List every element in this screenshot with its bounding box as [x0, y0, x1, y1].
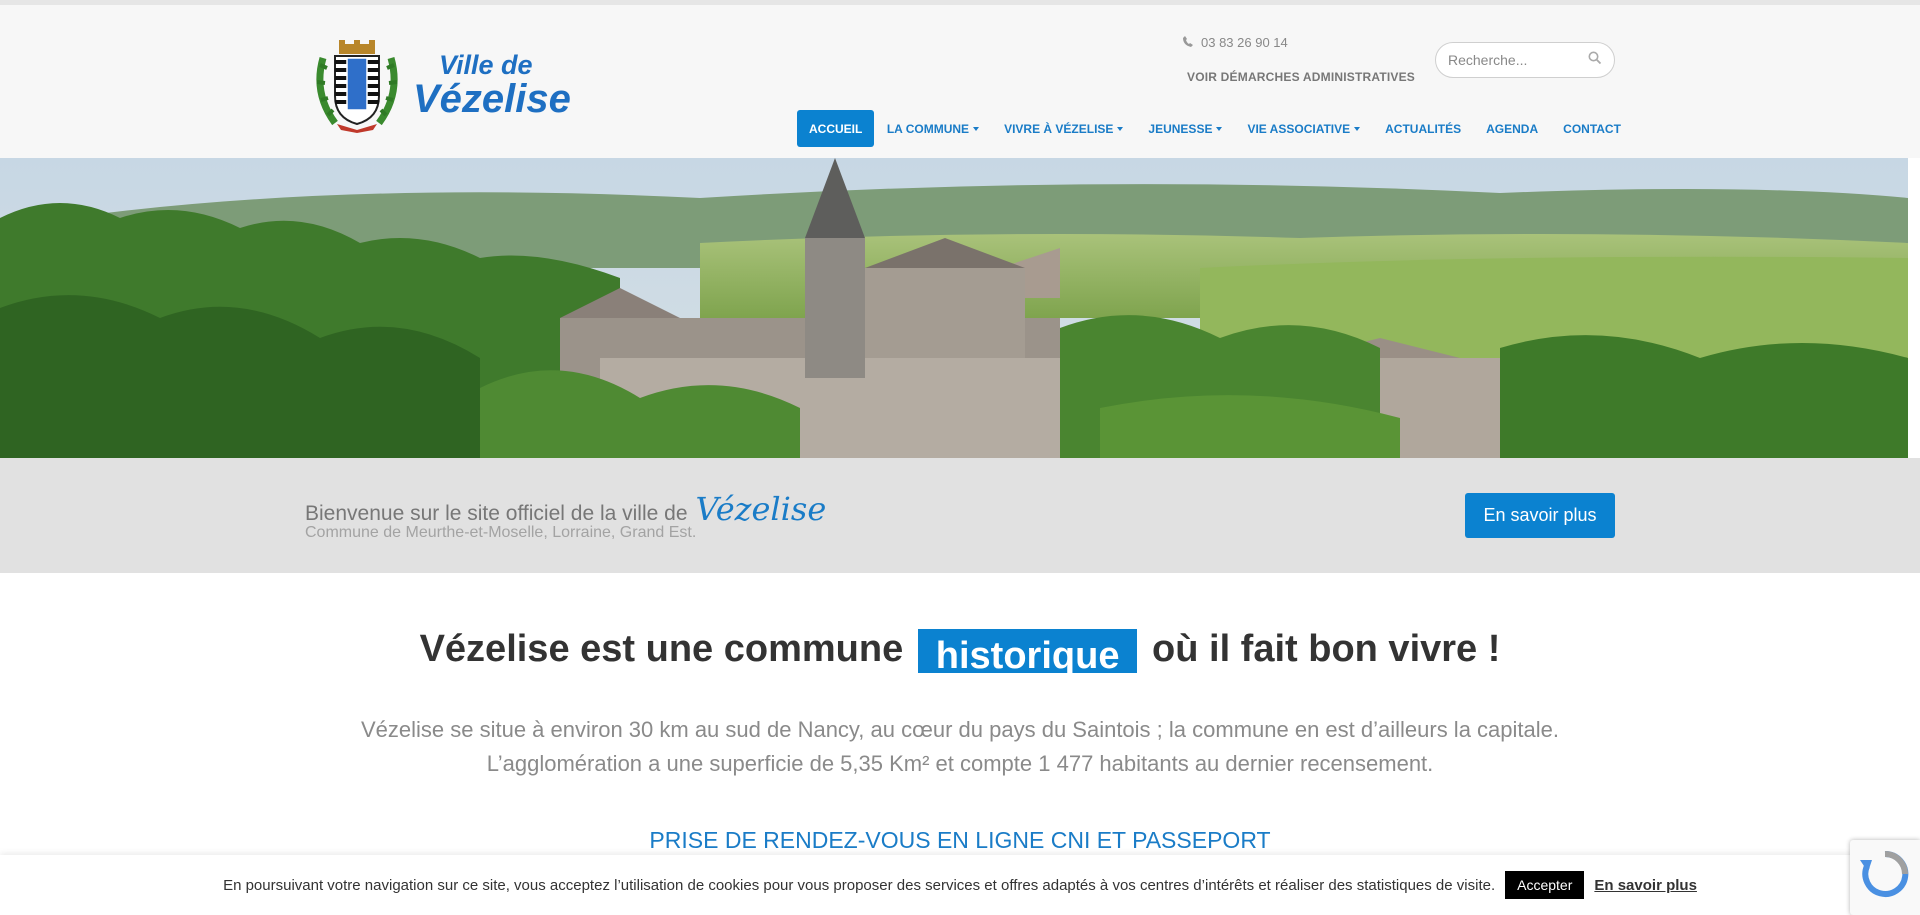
search-icon[interactable]: [1588, 51, 1602, 70]
search-box[interactable]: [1435, 42, 1615, 78]
nav-item-actualites[interactable]: ACTUALITÉS: [1373, 110, 1474, 147]
nav-item-agenda[interactable]: AGENDA: [1474, 110, 1551, 147]
nav-item-accueil[interactable]: ACCUEIL: [797, 110, 875, 147]
description-line-2: L’agglomération a une superficie de 5,35…: [486, 751, 1434, 776]
welcome-title-text: Bienvenue sur le site officiel de la vil…: [305, 502, 688, 525]
site-logo[interactable]: Ville de Vézelise: [313, 38, 571, 133]
nav-item-vivre-a-vezelise[interactable]: VIVRE À VÉZELISE: [992, 110, 1136, 147]
main-headline: Vézelise est une commune historique où i…: [0, 628, 1920, 673]
recaptcha-icon: [1850, 850, 1920, 915]
commune-description: Vézelise se situe à environ 30 km au sud…: [0, 713, 1920, 781]
search-input[interactable]: [1448, 52, 1578, 68]
caret-down-icon: [1354, 126, 1361, 131]
logo-line2: Vézelise: [413, 77, 571, 121]
caret-down-icon: [1216, 126, 1223, 131]
hero-banner-image: [0, 158, 1908, 458]
nav-item-la-commune[interactable]: LA COMMUNE: [874, 110, 991, 147]
nav-item-vie-associative[interactable]: VIE ASSOCIATIVE: [1235, 110, 1373, 147]
description-line-1: Vézelise se situe à environ 30 km au sud…: [360, 717, 1559, 742]
cookie-text: En poursuivant votre navigation sur ce s…: [223, 876, 1496, 894]
welcome-script-name: Vézelise: [695, 490, 827, 528]
cookie-accept-button[interactable]: Accepter: [1505, 871, 1585, 899]
phone-number: 03 83 26 90 14: [1201, 35, 1288, 50]
phone-icon: [1183, 35, 1193, 50]
logo-wordmark: Ville de Vézelise: [413, 50, 571, 121]
welcome-title: Bienvenue sur le site officiel de la vil…: [305, 490, 826, 528]
logo-line1: Ville de: [439, 50, 533, 80]
rdv-heading[interactable]: PRISE DE RENDEZ-VOUS EN LIGNE CNI ET PAS…: [0, 827, 1920, 854]
caret-down-icon: [973, 126, 980, 131]
nav-item-jeunesse[interactable]: JEUNESSE: [1136, 110, 1235, 147]
nav-item-contact[interactable]: CONTACT: [1551, 110, 1634, 147]
welcome-band: Bienvenue sur le site officiel de la vil…: [0, 458, 1920, 573]
caret-down-icon: [1117, 126, 1124, 131]
headline-highlight: historique: [917, 628, 1138, 673]
recaptcha-badge[interactable]: [1850, 840, 1920, 915]
coat-of-arms-icon: [313, 38, 401, 133]
site-header: Ville de Vézelise 03 83 26 90 14 VOIR DÉ…: [0, 5, 1920, 158]
headline-before: Vézelise est une commune: [419, 628, 904, 670]
cookie-banner: En poursuivant votre navigation sur ce s…: [0, 855, 1920, 915]
demarches-link[interactable]: VOIR DÉMARCHES ADMINISTRATIVES: [1187, 70, 1415, 84]
headline-after: où il fait bon vivre !: [1152, 628, 1501, 670]
cookie-more-link[interactable]: En savoir plus: [1594, 877, 1697, 894]
welcome-subtitle: Commune de Meurthe-et-Moselle, Lorraine,…: [305, 524, 697, 541]
en-savoir-plus-button[interactable]: En savoir plus: [1465, 493, 1615, 538]
main-nav: ACCUEIL LA COMMUNE VIVRE À VÉZELISE JEUN…: [797, 110, 1633, 147]
phone-contact[interactable]: 03 83 26 90 14: [1183, 35, 1288, 50]
